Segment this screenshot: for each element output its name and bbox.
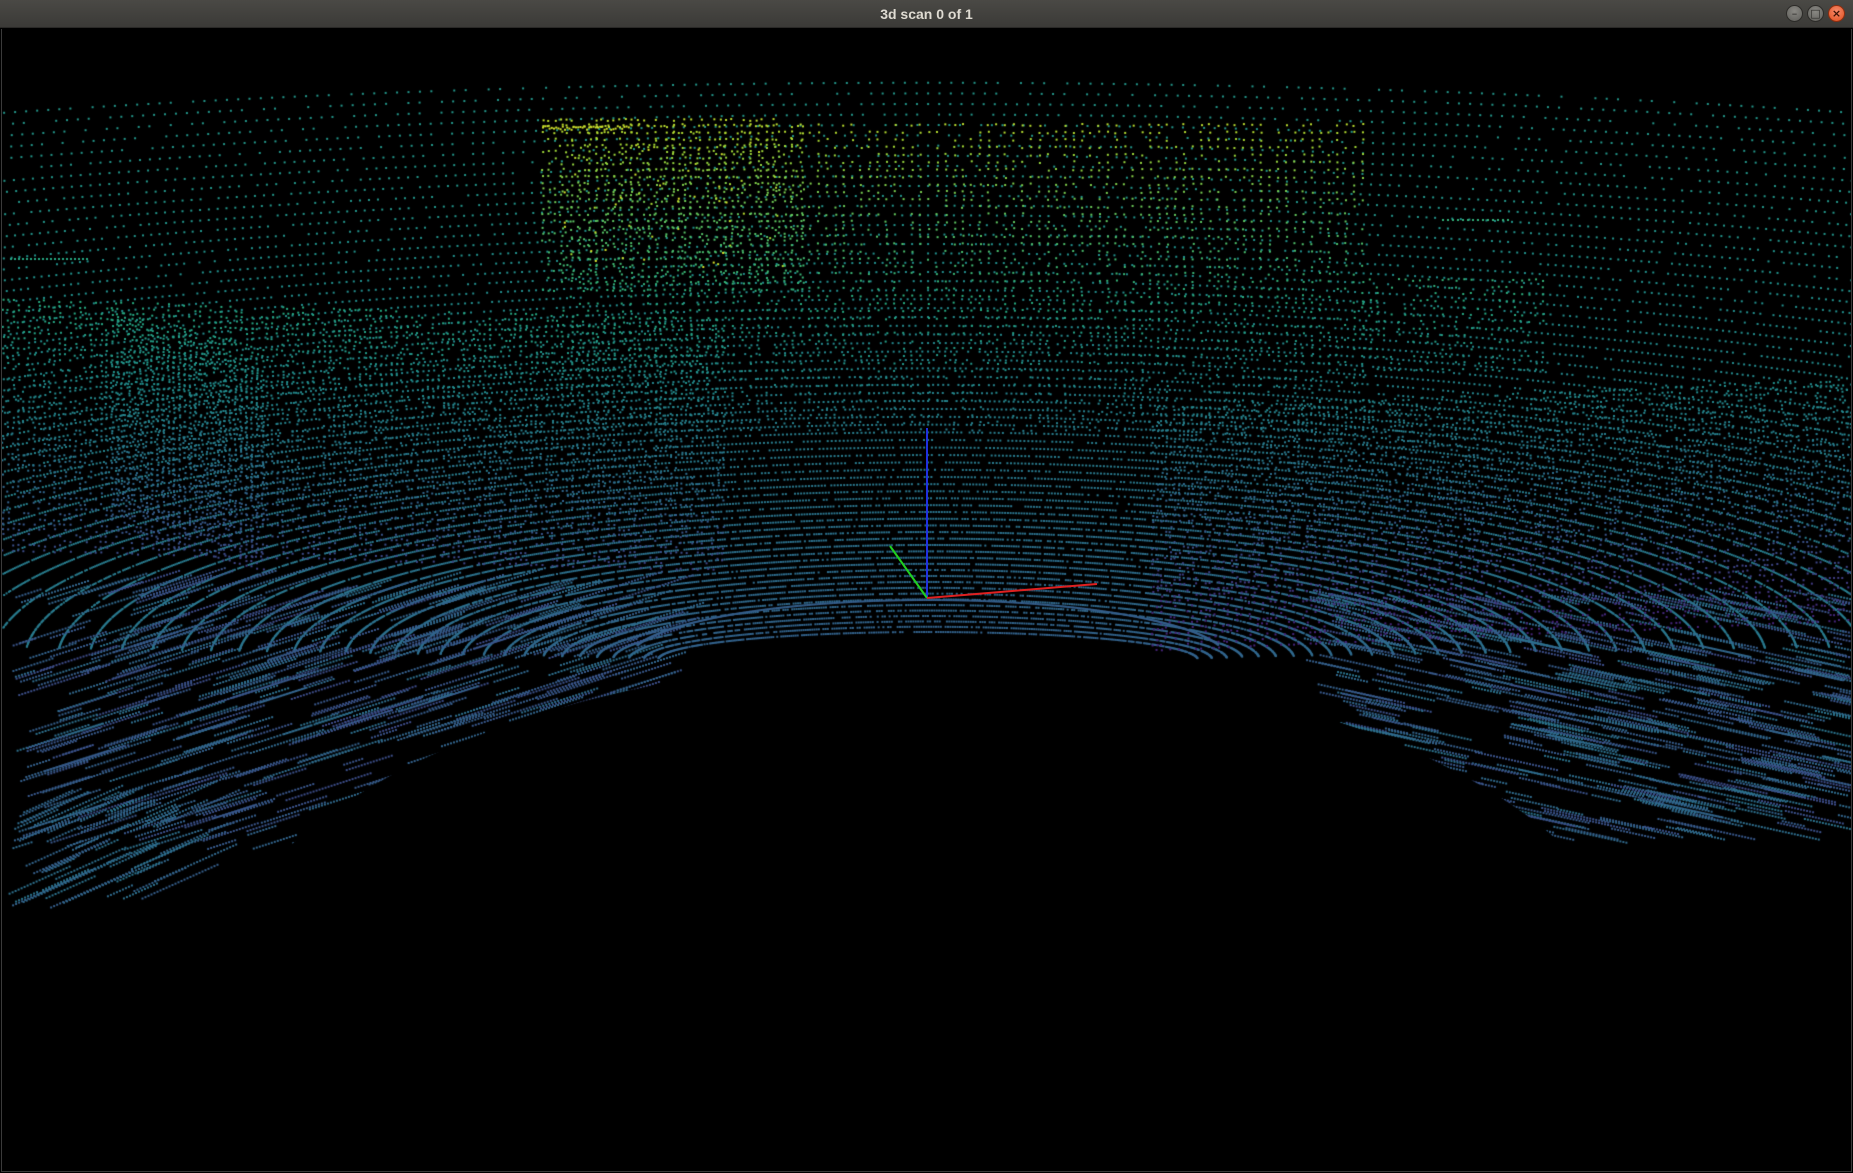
y-axis-line <box>889 545 928 599</box>
coordinate-axes <box>889 428 1098 599</box>
close-icon: × <box>1831 7 1842 20</box>
window-controls: – □ × <box>1786 5 1845 23</box>
app-window: 3d scan 0 of 1 – □ × <box>0 0 1853 1173</box>
maximize-icon: □ <box>1810 7 1821 20</box>
3d-viewport[interactable] <box>1 29 1852 1172</box>
maximize-button[interactable]: □ <box>1807 5 1824 22</box>
title-bar[interactable]: 3d scan 0 of 1 – □ × <box>0 0 1853 28</box>
close-button[interactable]: × <box>1828 5 1845 22</box>
x-axis-line <box>926 583 1098 599</box>
minimize-icon: – <box>1791 7 1798 20</box>
window-title: 3d scan 0 of 1 <box>880 6 973 22</box>
minimize-button[interactable]: – <box>1786 5 1803 22</box>
